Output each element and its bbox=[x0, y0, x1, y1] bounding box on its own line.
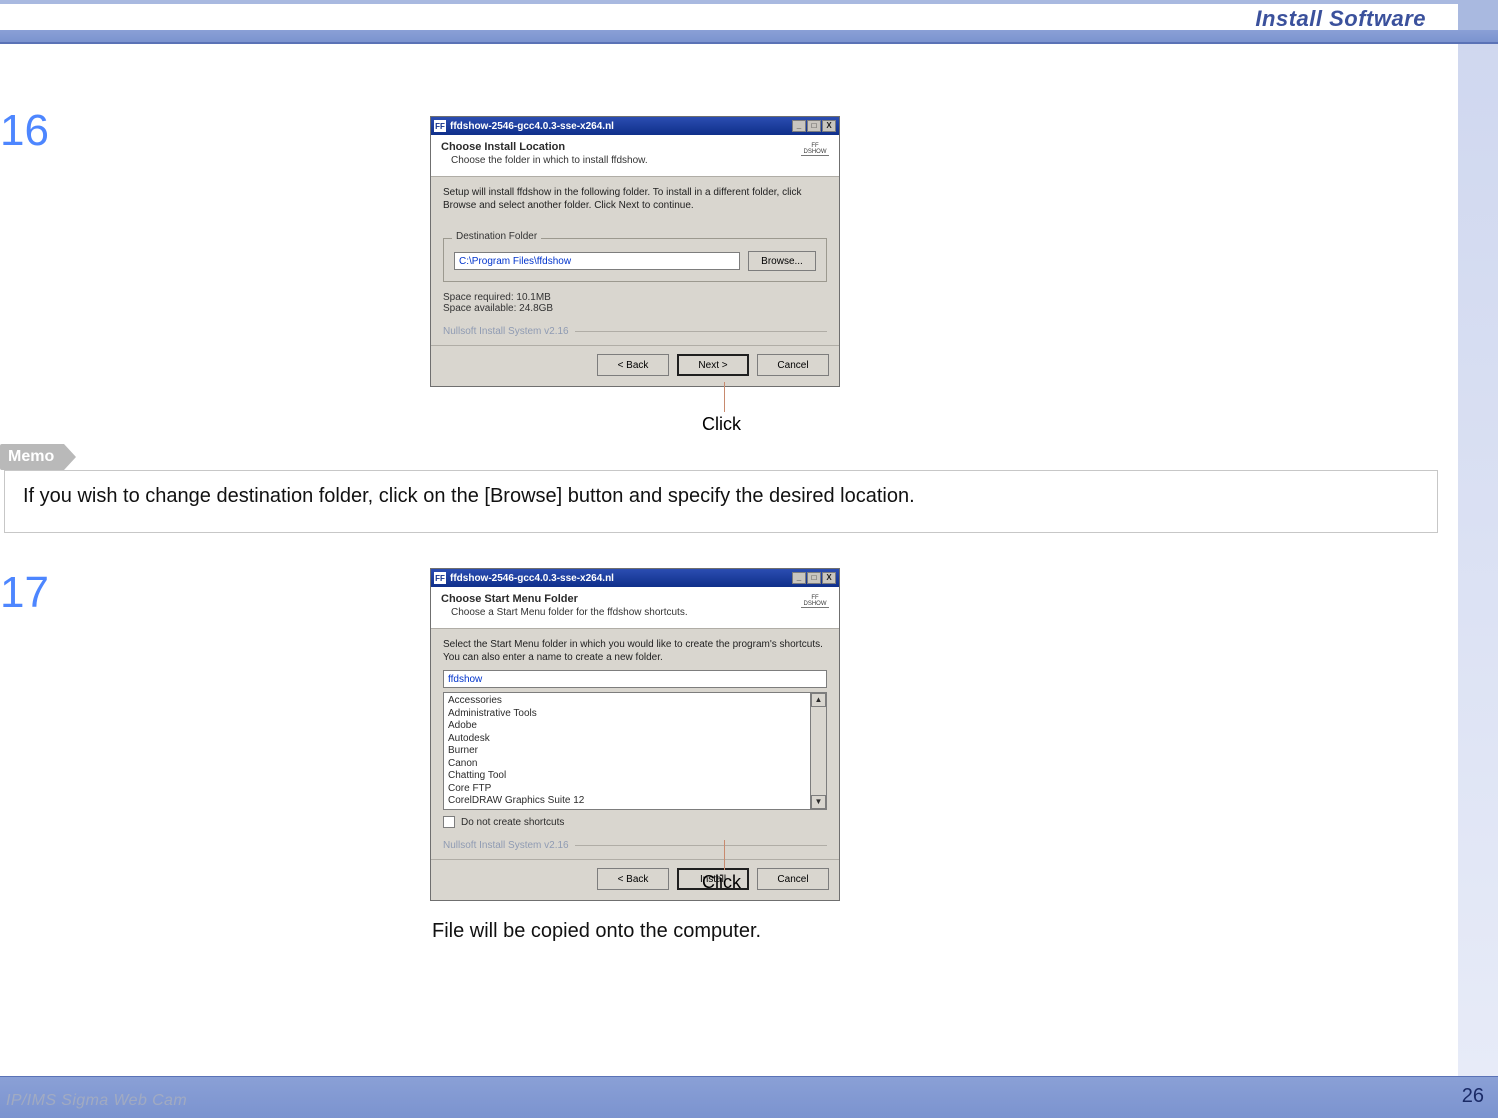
maximize-button[interactable]: □ bbox=[807, 120, 821, 132]
nsis-branding: Nullsoft Install System v2.16 bbox=[443, 326, 827, 337]
header-bar bbox=[0, 30, 1498, 44]
result-text: File will be copied onto the computer. bbox=[432, 920, 761, 943]
callout-line-17 bbox=[724, 840, 725, 870]
next-button[interactable]: Next > bbox=[677, 354, 749, 376]
installer-heading-area: Choose Start Menu Folder Choose a Start … bbox=[431, 587, 839, 629]
list-item[interactable]: Core FTP bbox=[448, 783, 806, 796]
minimize-button[interactable]: _ bbox=[792, 572, 806, 584]
installer-window-17: FF ffdshow-2546-gcc4.0.3-sse-x264.nl _ □… bbox=[430, 568, 840, 901]
list-item[interactable]: Burner bbox=[448, 745, 806, 758]
installer-heading-area: Choose Install Location Choose the folde… bbox=[431, 135, 839, 177]
back-button[interactable]: < Back bbox=[597, 868, 669, 890]
step-number-17: 17 bbox=[0, 568, 49, 618]
page-content: 16 17 FF ffdshow-2546-gcc4.0.3-sse-x264.… bbox=[0, 48, 1458, 1076]
destination-folder-group: Destination Folder Browse... bbox=[443, 238, 827, 282]
installer-subheading: Choose a Start Menu folder for the ffdsh… bbox=[451, 607, 829, 618]
installer-message: Select the Start Menu folder in which yo… bbox=[443, 639, 827, 664]
group-legend: Destination Folder bbox=[452, 231, 541, 242]
list-item[interactable]: Accessories bbox=[448, 695, 806, 708]
click-label-16: Click bbox=[702, 414, 741, 435]
list-item[interactable]: DocuPress bbox=[448, 808, 806, 810]
minimize-button[interactable]: _ bbox=[792, 120, 806, 132]
list-item[interactable]: Adobe bbox=[448, 720, 806, 733]
titlebar: FF ffdshow-2546-gcc4.0.3-sse-x264.nl _ □… bbox=[431, 117, 839, 135]
window-title: ffdshow-2546-gcc4.0.3-sse-x264.nl bbox=[450, 573, 614, 584]
section-title: Install Software bbox=[1255, 6, 1426, 32]
step-number-16: 16 bbox=[0, 106, 49, 156]
click-label-17: Click bbox=[702, 872, 741, 893]
app-icon: FF bbox=[434, 572, 446, 584]
ff-logo-sub: DSHOW bbox=[801, 601, 829, 607]
destination-path-input[interactable] bbox=[454, 252, 740, 270]
list-item[interactable]: Canon bbox=[448, 758, 806, 771]
memo-box: If you wish to change destination folder… bbox=[4, 470, 1438, 533]
start-menu-folder-list[interactable]: AccessoriesAdministrative ToolsAdobeAuto… bbox=[443, 692, 827, 810]
ff-logo-sub: DSHOW bbox=[801, 149, 829, 155]
list-item[interactable]: Chatting Tool bbox=[448, 770, 806, 783]
ffdshow-logo: FF DSHOW bbox=[801, 143, 829, 156]
scrollbar[interactable]: ▲ ▼ bbox=[810, 693, 826, 809]
right-margin bbox=[1458, 0, 1498, 1118]
installer-message: Setup will install ffdshow in the follow… bbox=[443, 187, 827, 212]
installer-heading: Choose Start Menu Folder bbox=[441, 593, 829, 605]
cancel-button[interactable]: Cancel bbox=[757, 354, 829, 376]
space-required: Space required: 10.1MB bbox=[443, 292, 827, 303]
checkbox-label: Do not create shortcuts bbox=[461, 817, 564, 828]
titlebar: FF ffdshow-2546-gcc4.0.3-sse-x264.nl _ □… bbox=[431, 569, 839, 587]
browse-button[interactable]: Browse... bbox=[748, 251, 816, 271]
installer-subheading: Choose the folder in which to install ff… bbox=[451, 155, 829, 166]
footer-bar bbox=[0, 1076, 1498, 1118]
do-not-create-shortcuts-checkbox[interactable] bbox=[443, 816, 455, 828]
close-button[interactable]: X bbox=[822, 572, 836, 584]
space-available: Space available: 24.8GB bbox=[443, 303, 827, 314]
scroll-up-icon[interactable]: ▲ bbox=[811, 693, 826, 707]
memo-tag: Memo bbox=[0, 444, 64, 470]
maximize-button[interactable]: □ bbox=[807, 572, 821, 584]
scroll-down-icon[interactable]: ▼ bbox=[811, 795, 826, 809]
installer-window-16: FF ffdshow-2546-gcc4.0.3-sse-x264.nl _ □… bbox=[430, 116, 840, 387]
start-menu-folder-input[interactable] bbox=[443, 670, 827, 688]
page-number: 26 bbox=[1462, 1085, 1484, 1108]
footer-watermark: IP/IMS Sigma Web Cam bbox=[6, 1092, 187, 1110]
close-button[interactable]: X bbox=[822, 120, 836, 132]
back-button[interactable]: < Back bbox=[597, 354, 669, 376]
cancel-button[interactable]: Cancel bbox=[757, 868, 829, 890]
list-item[interactable]: Autodesk bbox=[448, 733, 806, 746]
list-item[interactable]: CorelDRAW Graphics Suite 12 bbox=[448, 795, 806, 808]
app-icon: FF bbox=[434, 120, 446, 132]
installer-heading: Choose Install Location bbox=[441, 141, 829, 153]
ffdshow-logo: FF DSHOW bbox=[801, 595, 829, 608]
top-rule bbox=[0, 0, 1498, 4]
list-item[interactable]: Administrative Tools bbox=[448, 708, 806, 721]
callout-line-16 bbox=[724, 382, 725, 412]
nsis-branding: Nullsoft Install System v2.16 bbox=[443, 840, 827, 851]
memo-text: If you wish to change destination folder… bbox=[23, 485, 915, 507]
window-title: ffdshow-2546-gcc4.0.3-sse-x264.nl bbox=[450, 121, 614, 132]
